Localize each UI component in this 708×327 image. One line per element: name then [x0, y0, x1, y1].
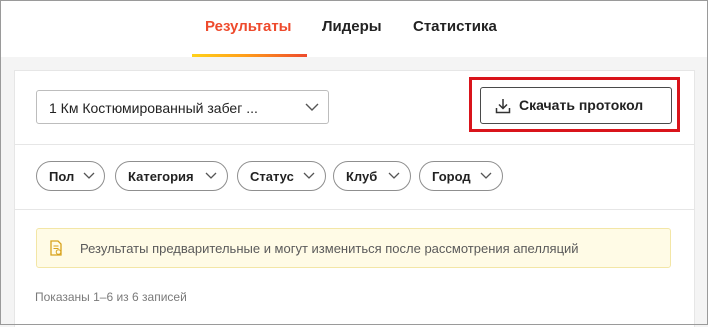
window-frame: [0, 0, 708, 325]
